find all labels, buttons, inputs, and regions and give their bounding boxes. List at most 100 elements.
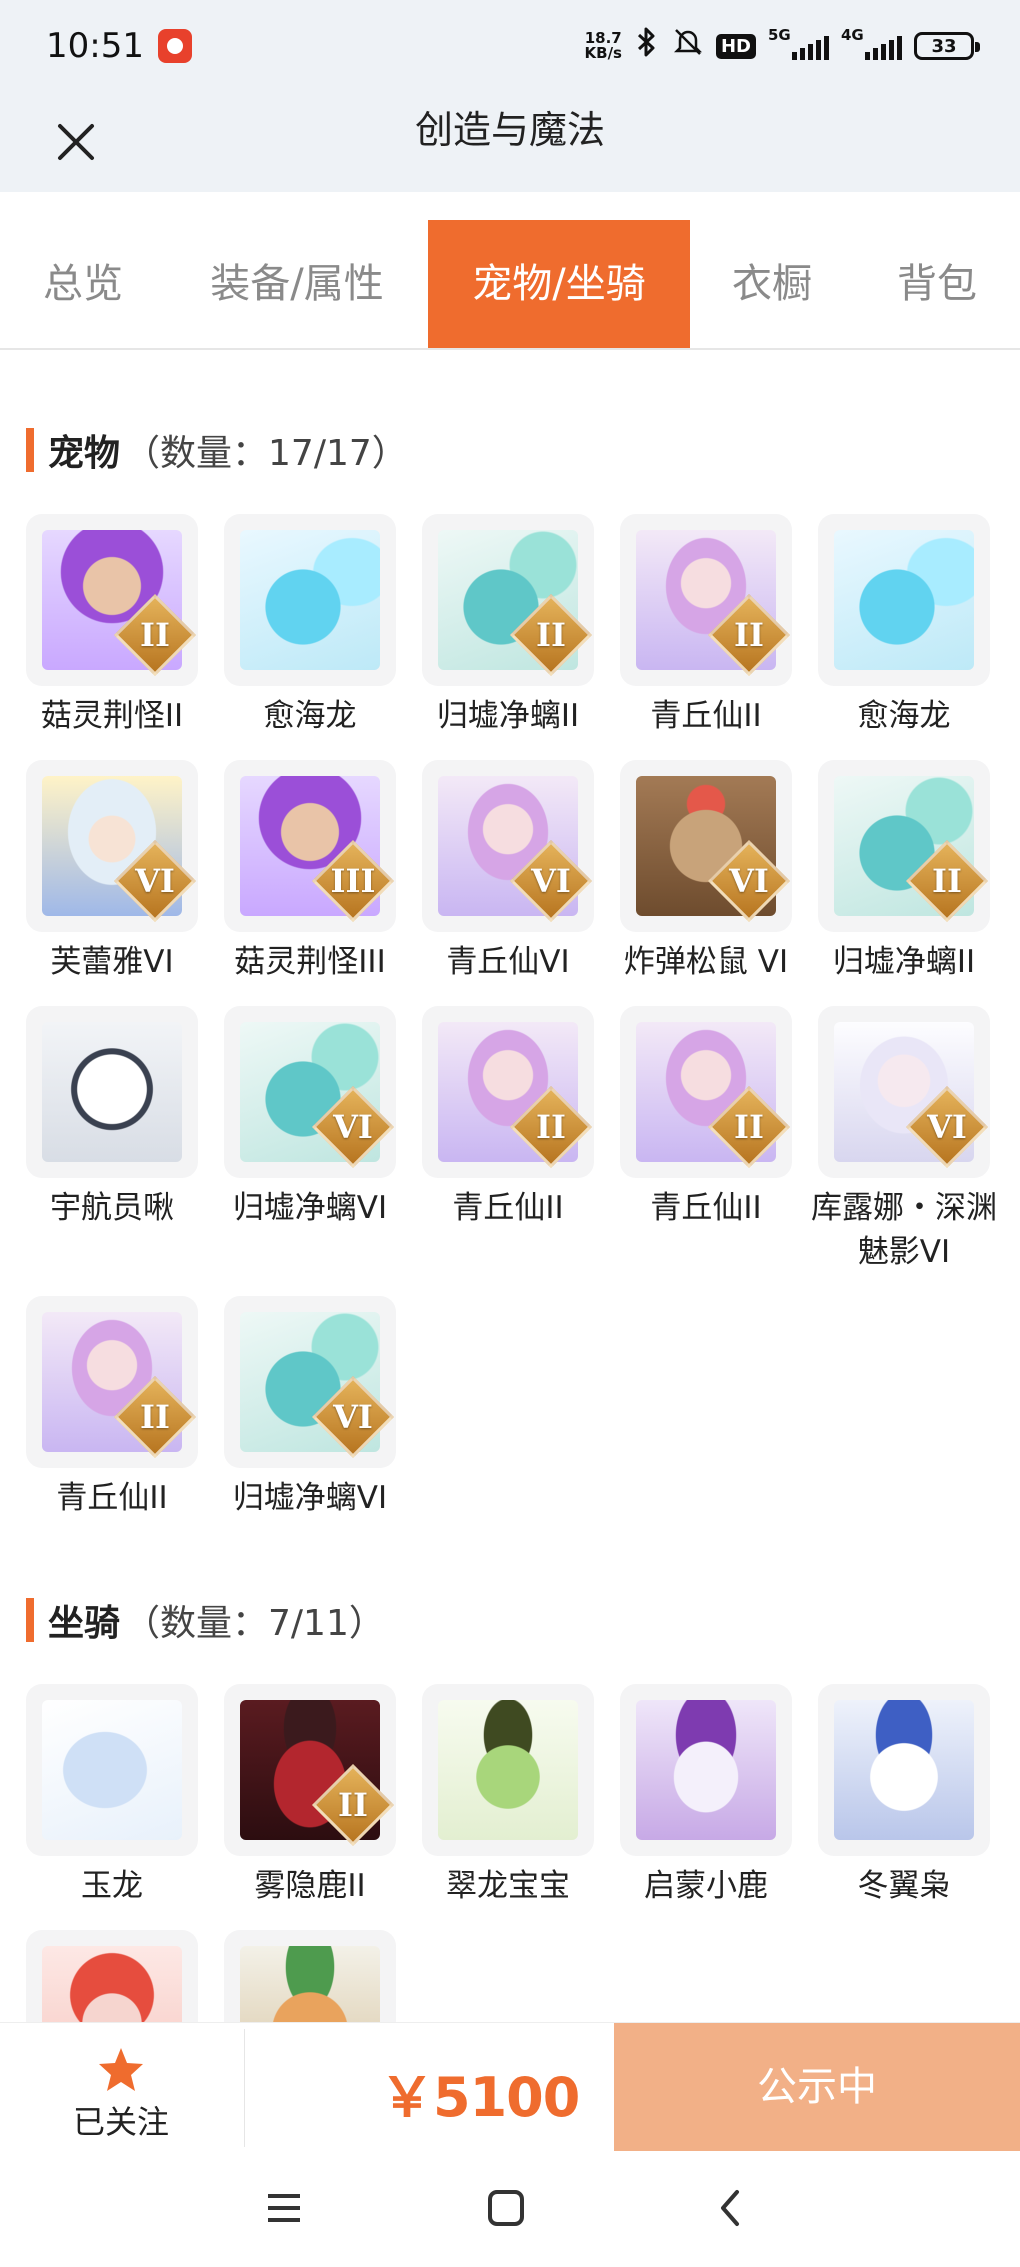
item-name: 归墟净螭VI <box>232 1190 388 1226</box>
menu-button[interactable] <box>254 2178 314 2238</box>
level-badge-text: II <box>140 1398 170 1436</box>
item-artwork <box>42 1946 182 2022</box>
item-thumbnail <box>26 1684 198 1856</box>
item-name: 青丘仙VI <box>446 944 570 980</box>
item-thumbnail: VI <box>422 760 594 932</box>
level-badge-text: VI <box>531 862 571 900</box>
hd-voice-badge: HD <box>715 33 756 59</box>
battery-icon: 33 <box>914 32 980 60</box>
item-thumbnail: VI <box>224 1006 396 1178</box>
item-thumbnail: VI <box>620 760 792 932</box>
bottom-action-bar: 已关注 ￥5100 公示中 <box>0 2022 1020 2152</box>
network-speed: 18.7 KB/s <box>585 31 622 61</box>
item-name: 归墟净螭II <box>436 698 580 734</box>
level-badge-text: II <box>932 862 962 900</box>
system-nav-bar <box>0 2152 1020 2267</box>
price: ￥5100 <box>380 2066 580 2129</box>
item-name: 翠龙宝宝 <box>446 1868 570 1904</box>
mounts-title: 坐骑 <box>48 1603 121 1644</box>
section-accent-bar <box>26 428 34 472</box>
back-button[interactable] <box>700 2178 760 2238</box>
item-name: 青丘仙II <box>56 1480 168 1516</box>
item-thumbnail: II <box>26 1296 198 1468</box>
item-artwork <box>834 1700 974 1840</box>
tab-equipment[interactable]: 装备/属性 <box>166 220 428 348</box>
item-artwork <box>438 1700 578 1840</box>
star-icon <box>99 2048 143 2091</box>
item-thumbnail: VI <box>224 1296 396 1468</box>
item-thumbnail <box>422 1684 594 1856</box>
item-name: 冬翼枭 <box>857 1868 951 1904</box>
status-bar: 10:51 18.7 KB/s HD 5G 4G 33 <box>0 0 1020 92</box>
follow-button[interactable]: 已关注 <box>26 2039 216 2149</box>
section-accent-bar <box>26 1598 34 1642</box>
item-thumbnail <box>26 1006 198 1178</box>
signal-4g-label: 4G <box>841 26 864 44</box>
item-name: 库露娜・深渊魅影VI <box>811 1190 997 1270</box>
pets-grid: II 菇灵荆怪II 愈海龙 II 归墟净螭II II 青丘仙II 愈海龙 VI 芙蕾雅VI III 菇… <box>26 514 997 1524</box>
item-name: 愈海龙 <box>857 698 951 734</box>
item-thumbnail: II <box>818 760 990 932</box>
item-name: 雾隐鹿II <box>254 1868 366 1904</box>
level-badge-text: II <box>338 1786 368 1824</box>
tab-overview[interactable]: 总览 <box>0 220 166 348</box>
publicity-status-button[interactable]: 公示中 <box>614 2023 1020 2151</box>
item-name: 玉龙 <box>81 1868 143 1904</box>
item-thumbnail: II <box>422 514 594 686</box>
item-thumbnail <box>224 514 396 686</box>
item-name: 芙蕾雅VI <box>50 944 174 980</box>
level-badge-text: II <box>140 616 170 654</box>
level-badge-text: II <box>536 616 566 654</box>
mute-bell-icon <box>672 26 704 66</box>
item-thumbnail <box>818 1684 990 1856</box>
item-artwork <box>834 530 974 670</box>
signal-4g-icon: 4G <box>841 26 902 60</box>
bottom-divider <box>244 2029 245 2147</box>
pets-count: （数量：17/17） <box>124 433 408 474</box>
tab-backpack[interactable]: 背包 <box>854 220 1020 348</box>
level-badge-text: VI <box>333 1108 373 1146</box>
item-name: 启蒙小鹿 <box>644 1868 768 1904</box>
bluetooth-icon <box>634 26 660 66</box>
level-badge-text: VI <box>927 1108 967 1146</box>
item-name: 青丘仙II <box>452 1190 564 1226</box>
level-badge-text: II <box>734 1108 764 1146</box>
tab-pets-mounts[interactable]: 宠物/坐骑 <box>428 220 690 348</box>
level-badge-text: VI <box>333 1398 373 1436</box>
item-artwork <box>636 1700 776 1840</box>
item-name: 菇灵荆怪II <box>40 698 184 734</box>
item-thumbnail: II <box>26 514 198 686</box>
status-indicators: 18.7 KB/s HD 5G 4G 33 <box>585 26 980 66</box>
follow-label: 已关注 <box>72 2103 169 2141</box>
signal-5g-icon: 5G <box>768 26 829 60</box>
item-name: 归墟净螭II <box>832 944 976 980</box>
mounts-grid: 玉龙 II 雾隐鹿II 翠龙宝宝 启蒙小鹿 冬翼枭 <box>26 1684 996 2022</box>
level-badge-text: III <box>330 862 376 900</box>
mounts-section-title: 坐骑 （数量：7/11） <box>26 1594 385 1646</box>
item-name: 愈海龙 <box>263 698 357 734</box>
nav-header: 创造与魔法 <box>0 92 1020 192</box>
signal-5g-label: 5G <box>768 26 791 44</box>
item-thumbnail: II <box>224 1684 396 1856</box>
battery-level: 33 <box>931 35 957 57</box>
menu-icon <box>268 2194 300 2222</box>
back-chevron-icon <box>721 2190 739 2226</box>
status-time: 10:51 <box>46 26 144 66</box>
item-thumbnail: III <box>224 760 396 932</box>
item-name: 菇灵荆怪III <box>234 944 386 980</box>
item-artwork <box>240 530 380 670</box>
tab-wardrobe[interactable]: 衣橱 <box>690 220 854 348</box>
item-thumbnail <box>620 1684 792 1856</box>
square-home-icon <box>488 2190 524 2226</box>
item-artwork <box>42 1022 182 1162</box>
item-thumbnail: II <box>620 1006 792 1178</box>
home-button[interactable] <box>476 2178 536 2238</box>
level-badge-text: II <box>536 1108 566 1146</box>
item-thumbnail <box>26 1930 198 2022</box>
item-artwork <box>42 1700 182 1840</box>
level-badge-text: VI <box>135 862 175 900</box>
app-notification-icon <box>157 29 192 63</box>
item-thumbnail: II <box>620 514 792 686</box>
tab-bar: 总览 装备/属性 宠物/坐骑 衣橱 背包 <box>0 220 1020 350</box>
item-thumbnail <box>818 514 990 686</box>
